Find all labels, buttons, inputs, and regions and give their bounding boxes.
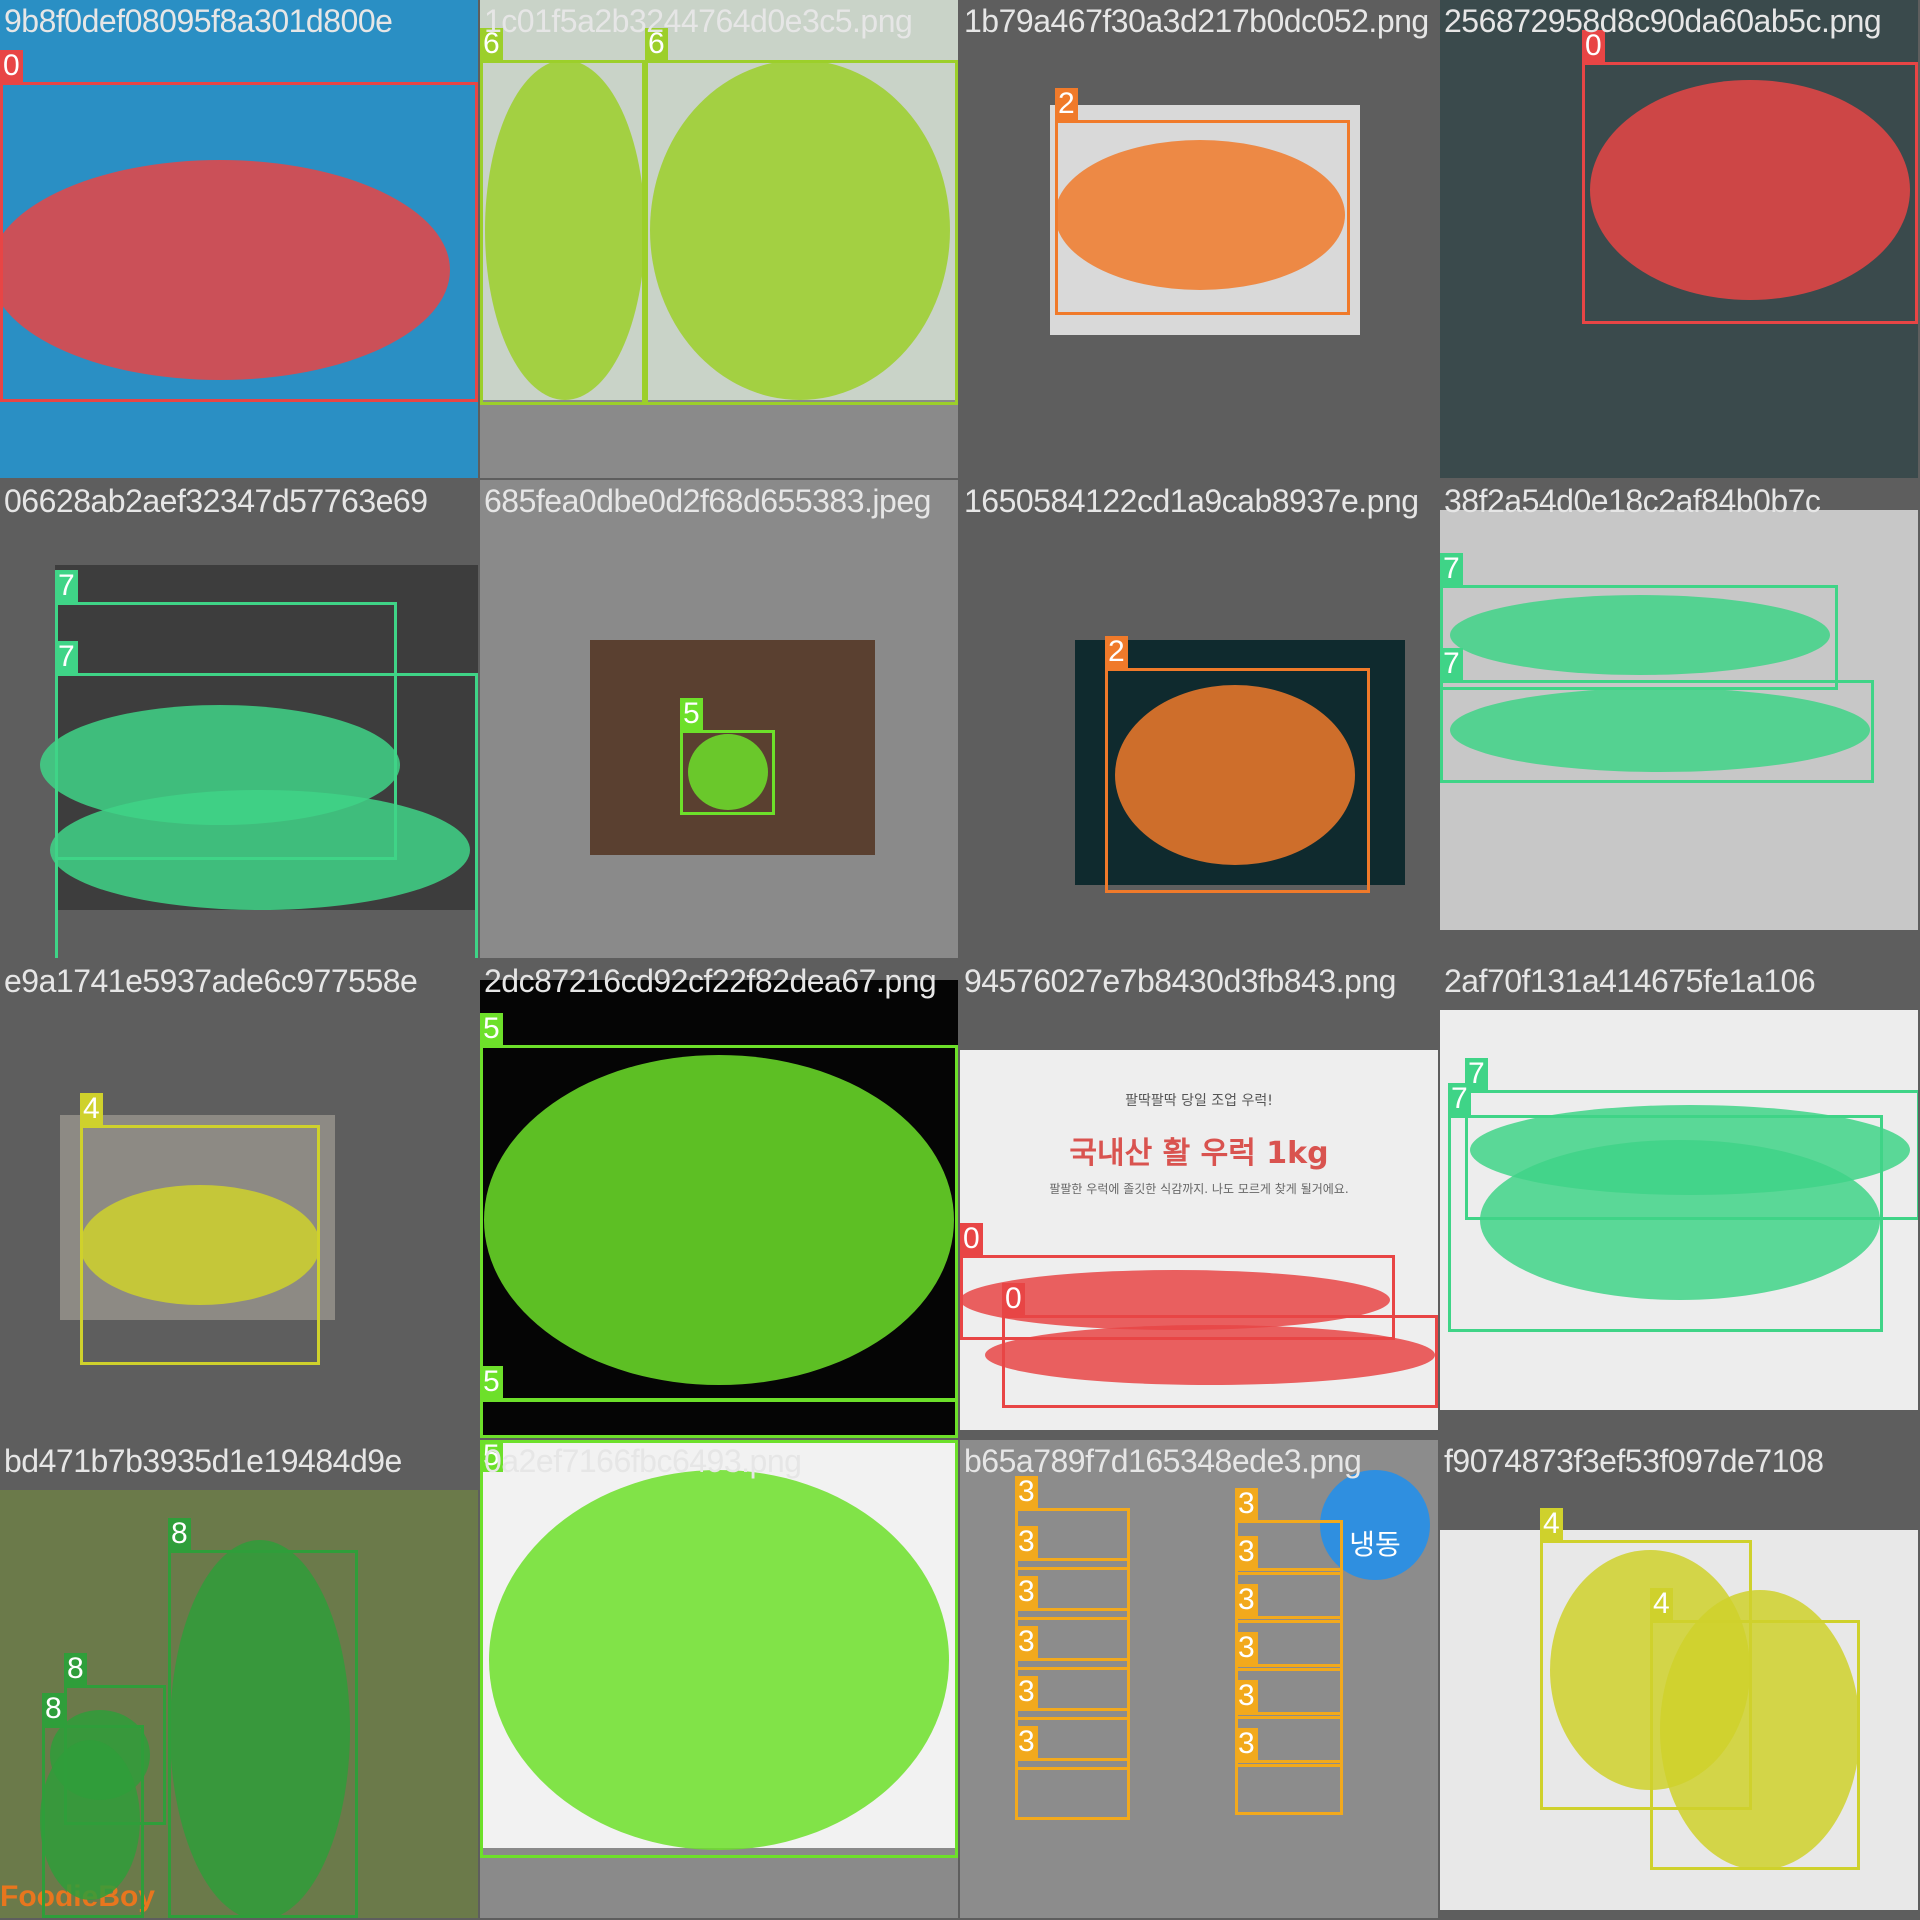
image-filename-label: 2dc87216cd92cf22f82dea67.png (484, 963, 937, 999)
class-label-tag: 8 (64, 1653, 87, 1685)
class-label-tag: 3 (1235, 1584, 1258, 1616)
image-filename-label: f9074873f3ef53f097de7108 (1444, 1443, 1824, 1479)
image-filename-label: 06628ab2aef32347d57763e69 (4, 483, 428, 519)
mosaic-tile: 4 e9a1741e5937ade6c977558e (0, 960, 478, 1438)
image-filename-label: 685fea0dbe0d2f68d655383.jpeg (484, 483, 931, 519)
segmentation-masks (688, 734, 768, 810)
image-filename-label: 256872958d8c90da60ab5c.png (1444, 3, 1882, 39)
class-label-tag: 7 (55, 570, 78, 602)
mosaic-tile: 0 9b8f0def08095f8a301d800e (0, 0, 478, 478)
bounding-box (1105, 668, 1370, 893)
mosaic-tile: 0 0 팔딱팔딱 당일 조업 우럭! 국내산 활 우럭 1kg 팔팔한 우럭에 졸깃한 … (960, 960, 1438, 1438)
class-label-tag: 3 (1235, 1632, 1258, 1664)
class-label-tag: 3 (1235, 1728, 1258, 1760)
image-filename-label: 2af70f131a414675fe1a106 (1444, 963, 1816, 999)
class-label-tag: 7 (1440, 648, 1463, 680)
bounding-box (480, 1398, 958, 1438)
mosaic-tile: 3 3 3 3 3 3 3 3 3 3 3 3 냉동 b65a789f7d165348ede3.png (960, 1440, 1438, 1918)
bounding-box (1448, 1115, 1883, 1332)
bounding-box (1650, 1620, 1860, 1870)
image-filename-label: 38f2a54d0e18c2af84b0b7c (1444, 483, 1821, 519)
image-filename-label: 1650584122cd1a9cab8937e.png (964, 483, 1419, 519)
mosaic-tile: 0 256872958d8c90da60ab5c.png (1440, 0, 1918, 478)
class-label-tag: 7 (1448, 1083, 1471, 1115)
class-label-tag: 3 (1015, 1676, 1038, 1708)
image-filename-label: 9b8f0def08095f8a301d800e (4, 3, 393, 39)
bounding-box (0, 82, 478, 402)
bounding-box (80, 1125, 320, 1365)
class-label-tag: 8 (168, 1518, 191, 1550)
class-label-tag: 2 (1055, 88, 1078, 120)
mosaic-tile: 5 0a2ef7166fbc6493.png (480, 1440, 958, 1918)
bounding-box (645, 60, 958, 405)
bounding-box (1002, 1315, 1438, 1408)
class-label-tag: 5 (480, 1366, 503, 1398)
mosaic-tile: 7 7 38f2a54d0e18c2af84b0b7c (1440, 480, 1918, 958)
bounding-box (1440, 680, 1874, 783)
class-label-tag: 3 (1235, 1488, 1258, 1520)
class-label-tag: 4 (1650, 1588, 1673, 1620)
mosaic-tile: 7 7 06628ab2aef32347d57763e69 (0, 480, 478, 958)
image-filename-label: 1b79a467f30a3d217b0dc052.png (964, 3, 1429, 39)
mosaic-tile: 5 5 2dc87216cd92cf22f82dea67.png (480, 960, 958, 1438)
bounding-box (480, 1440, 958, 1858)
bounding-box (480, 1045, 958, 1402)
mosaic-tile: 4 4 f9074873f3ef53f097de7108 (1440, 1440, 1918, 1918)
class-label-tag: 0 (0, 50, 23, 82)
bounding-box (1055, 120, 1350, 315)
bounding-box (1235, 1760, 1343, 1815)
annotated-image-mosaic: 0 9b8f0def08095f8a301d800e 6 6 1c01f5a2b3244… (0, 0, 1920, 1920)
bounding-box (480, 60, 645, 405)
mosaic-tile: 6 6 1c01f5a2b3244764d0e3c5.png (480, 0, 958, 478)
class-label-tag: 0 (960, 1223, 983, 1255)
class-label-tag: 7 (1440, 553, 1463, 585)
bounding-box (1582, 62, 1918, 324)
class-label-tag: 5 (480, 1013, 503, 1045)
bounding-box (1015, 1758, 1130, 1820)
mosaic-tile: 7 7 2af70f131a414675fe1a106 (1440, 960, 1918, 1438)
class-label-tag: 3 (1015, 1726, 1038, 1758)
bounding-box (1440, 585, 1838, 690)
class-label-tag: 3 (1235, 1680, 1258, 1712)
class-label-tag: 3 (1015, 1576, 1038, 1608)
class-label-tag: 7 (55, 641, 78, 673)
bounding-box (680, 730, 775, 815)
mosaic-tile: 2 1b79a467f30a3d217b0dc052.png (960, 0, 1438, 478)
class-label-tag: 4 (80, 1093, 103, 1125)
mosaic-tile: 2 1650584122cd1a9cab8937e.png (960, 480, 1438, 958)
mosaic-tile: 888FoodieBoybd471b7b3935d1e19484d9e (0, 1440, 478, 1918)
image-filename-label: 0a2ef7166fbc6493.png (484, 1443, 802, 1479)
class-label-tag: 4 (1540, 1508, 1563, 1540)
bounding-box (55, 673, 478, 958)
image-filename-label: 1c01f5a2b3244764d0e3c5.png (484, 3, 913, 39)
image-filename-label: b65a789f7d165348ede3.png (964, 1443, 1362, 1479)
class-label-tag: 3 (1235, 1536, 1258, 1568)
class-label-tag: 3 (1015, 1476, 1038, 1508)
class-label-tag: 8 (42, 1693, 65, 1725)
image-filename-label: 94576027e7b8430d3fb843.png (964, 963, 1396, 999)
image-filename-label: bd471b7b3935d1e19484d9e (4, 1443, 402, 1479)
image-filename-label: e9a1741e5937ade6c977558e (4, 963, 418, 999)
class-label-tag: 0 (1002, 1283, 1025, 1315)
class-label-tag: 2 (1105, 636, 1128, 668)
class-label-tag: 5 (680, 698, 703, 730)
class-label-tag: 3 (1015, 1626, 1038, 1658)
mosaic-tile: 5 685fea0dbe0d2f68d655383.jpeg (480, 480, 958, 958)
class-label-tag: 3 (1015, 1526, 1038, 1558)
bounding-box (168, 1550, 358, 1918)
bounding-box (42, 1725, 144, 1918)
